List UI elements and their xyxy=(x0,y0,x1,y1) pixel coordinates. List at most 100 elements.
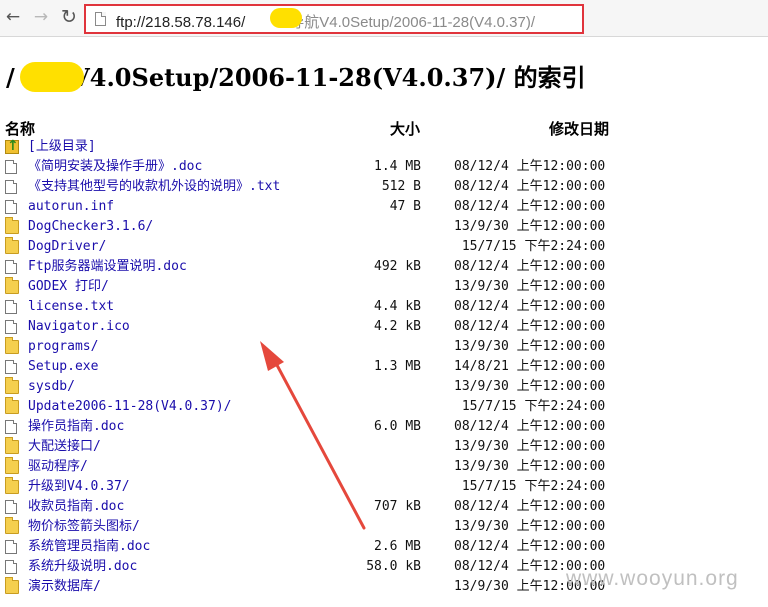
entry-size: 1.3 MB xyxy=(374,359,421,374)
file-icon xyxy=(5,360,17,374)
entry-date: 13/9/30 上午12:00:00 xyxy=(454,339,606,354)
list-item: 《简明安装及操作手册》.doc 1.4 MB 08/12/4 上午12:00:00 xyxy=(0,157,768,177)
entry-link[interactable]: autorun.inf xyxy=(28,197,114,217)
entry-date: 15/7/15 下午2:24:00 xyxy=(454,239,606,254)
entry-link[interactable]: programs/ xyxy=(28,337,98,357)
list-item: Update2006-11-28(V4.0.37)/ 15/7/15 下午2:2… xyxy=(0,397,768,417)
entry-link[interactable]: DogChecker3.1.6/ xyxy=(28,217,153,237)
entry-link[interactable]: 大配送接口/ xyxy=(28,437,101,457)
entry-date: 08/12/4 上午12:00:00 xyxy=(454,539,606,554)
entry-link[interactable]: GODEX 打印/ xyxy=(28,277,109,297)
list-item: 收款员指南.doc 707 kB 08/12/4 上午12:00:00 xyxy=(0,497,768,517)
list-item: sysdb/13/9/30 上午12:00:00 xyxy=(0,377,768,397)
entry-size: 2.6 MB xyxy=(374,539,421,554)
entry-link[interactable]: license.txt xyxy=(28,297,114,317)
list-item: 系统管理员指南.doc 2.6 MB 08/12/4 上午12:00:00 xyxy=(0,537,768,557)
folder-icon xyxy=(5,377,19,394)
address-url[interactable]: ftp://218.58.78.146/导航V4.0Setup/2006-11-… xyxy=(116,11,535,32)
watermark: www.wooyun.org xyxy=(566,567,739,590)
entry-link[interactable]: Update2006-11-28(V4.0.37)/ xyxy=(28,397,232,417)
entry-size: 4.4 kB xyxy=(374,299,421,314)
entry-date: 08/12/4 上午12:00:00 xyxy=(454,159,606,174)
column-header-date[interactable]: 修改日期 xyxy=(549,118,609,139)
entry-link[interactable]: 系统升级说明.doc xyxy=(28,557,137,577)
folder-icon xyxy=(5,217,19,234)
list-item: programs/13/9/30 上午12:00:00 xyxy=(0,337,768,357)
file-icon xyxy=(5,500,17,514)
entry-date: 13/9/30 上午12:00:00 xyxy=(454,439,606,454)
list-item: 升级到V4.0.37/ 15/7/15 下午2:24:00 xyxy=(0,477,768,497)
entry-link[interactable]: 物价标签箭头图标/ xyxy=(28,517,140,537)
entry-date: 13/9/30 上午12:00:00 xyxy=(454,279,606,294)
entry-date: 08/12/4 上午12:00:00 xyxy=(454,199,606,214)
address-bar[interactable]: ftp://218.58.78.146/导航V4.0Setup/2006-11-… xyxy=(84,4,584,34)
entry-date: 08/12/4 上午12:00:00 xyxy=(454,259,606,274)
list-item: GODEX 打印/13/9/30 上午12:00:00 xyxy=(0,277,768,297)
list-item: 《支持其他型号的收款机外设的说明》.txt 512 B 08/12/4 上午12:0… xyxy=(0,177,768,197)
entry-date: 14/8/21 上午12:00:00 xyxy=(454,359,606,374)
entry-date: 13/9/30 上午12:00:00 xyxy=(454,219,606,234)
entry-link[interactable]: sysdb/ xyxy=(28,377,75,397)
entry-link[interactable]: [上级目录] xyxy=(28,137,96,157)
folder-icon xyxy=(5,337,19,354)
entry-date: 15/7/15 下午2:24:00 xyxy=(454,399,606,414)
entry-date: 08/12/4 上午12:00:00 xyxy=(454,299,606,314)
file-icon xyxy=(5,420,17,434)
folder-icon xyxy=(5,397,19,414)
list-item: DogDriver/ 15/7/15 下午2:24:00 xyxy=(0,237,768,257)
list-item: Ftp服务器端设置说明.doc 492 kB 08/12/4 上午12:00:00 xyxy=(0,257,768,277)
entry-date: 13/9/30 上午12:00:00 xyxy=(454,459,606,474)
list-item: 驱动程序/13/9/30 上午12:00:00 xyxy=(0,457,768,477)
forward-arrow-icon[interactable]: → xyxy=(30,6,52,28)
entry-date: 08/12/4 上午12:00:00 xyxy=(454,319,606,334)
list-item: 物价标签箭头图标/13/9/30 上午12:00:00 xyxy=(0,517,768,537)
folder-icon xyxy=(5,577,19,594)
entry-link[interactable]: 收款员指南.doc xyxy=(28,497,124,517)
entry-date: 15/7/15 下午2:24:00 xyxy=(454,479,606,494)
folder-icon xyxy=(5,477,19,494)
entry-link[interactable]: 驱动程序/ xyxy=(28,457,88,477)
reload-icon[interactable]: ↻ xyxy=(58,6,80,28)
page-icon xyxy=(95,12,106,26)
file-icon xyxy=(5,300,17,314)
column-header-size[interactable]: 大小 xyxy=(390,118,420,139)
entry-link[interactable]: 《简明安装及操作手册》.doc xyxy=(28,157,202,177)
folder-icon xyxy=(5,437,19,454)
file-icon xyxy=(5,540,17,554)
url-path: 导航V4.0Setup/2006-11-28(V4.0.37)/ xyxy=(289,14,535,31)
file-icon xyxy=(5,200,17,214)
list-item: 操作员指南.doc 6.0 MB 08/12/4 上午12:00:00 xyxy=(0,417,768,437)
list-item: 大配送接口/13/9/30 上午12:00:00 xyxy=(0,437,768,457)
entry-date: 13/9/30 上午12:00:00 xyxy=(454,519,606,534)
entry-size: 707 kB xyxy=(374,499,421,514)
entry-link[interactable]: 操作员指南.doc xyxy=(28,417,124,437)
file-icon xyxy=(5,260,17,274)
folder-icon xyxy=(5,277,19,294)
entry-link[interactable]: 系统管理员指南.doc xyxy=(28,537,150,557)
entry-link[interactable]: 演示数据库/ xyxy=(28,577,101,597)
browser-toolbar: ← → ↻ ftp://218.58.78.146/导航V4.0Setup/20… xyxy=(0,0,768,37)
folder-icon xyxy=(5,457,19,474)
list-item: license.txt 4.4 kB 08/12/4 上午12:00:00 xyxy=(0,297,768,317)
entry-size: 6.0 MB xyxy=(374,419,421,434)
entry-link[interactable]: 升级到V4.0.37/ xyxy=(28,477,130,497)
entry-link[interactable]: Setup.exe xyxy=(28,357,98,377)
entry-size: 58.0 kB xyxy=(366,559,421,574)
file-icon xyxy=(5,560,17,574)
entry-link[interactable]: Navigator.ico xyxy=(28,317,130,337)
entry-size: 47 B xyxy=(389,199,421,214)
entry-size: 492 kB xyxy=(374,259,421,274)
list-item: Navigator.ico 4.2 kB 08/12/4 上午12:00:00 xyxy=(0,317,768,337)
list-item: DogChecker3.1.6/13/9/30 上午12:00:00 xyxy=(0,217,768,237)
redaction-mark xyxy=(270,8,302,28)
entry-link[interactable]: Ftp服务器端设置说明.doc xyxy=(28,257,187,277)
parent-icon xyxy=(5,136,19,156)
page-title: / 导航V4.0Setup/2006-11-28(V4.0.37)/ 的索引 xyxy=(6,63,586,92)
folder-icon xyxy=(5,517,19,534)
entry-size: 4.2 kB xyxy=(374,319,421,334)
file-icon xyxy=(5,180,17,194)
back-arrow-icon[interactable]: ← xyxy=(2,6,24,28)
entry-link[interactable]: 《支持其他型号的收款机外设的说明》.txt xyxy=(28,177,280,197)
entry-link[interactable]: DogDriver/ xyxy=(28,237,106,257)
directory-listing: [上级目录]《简明安装及操作手册》.doc 1.4 MB 08/12/4 上午12:… xyxy=(0,136,768,597)
